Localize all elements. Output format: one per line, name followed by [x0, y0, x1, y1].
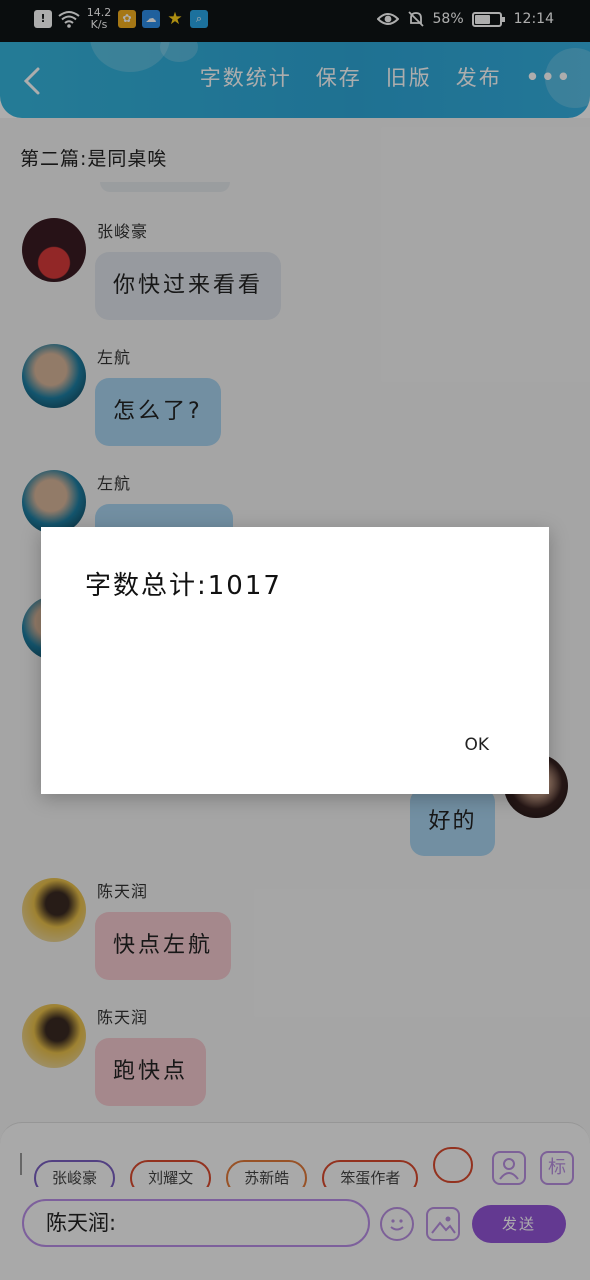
- ok-button[interactable]: OK: [464, 735, 489, 755]
- dialog-message: 字数总计:1017: [85, 571, 282, 601]
- word-count-dialog: 字数总计:1017 OK: [41, 527, 549, 794]
